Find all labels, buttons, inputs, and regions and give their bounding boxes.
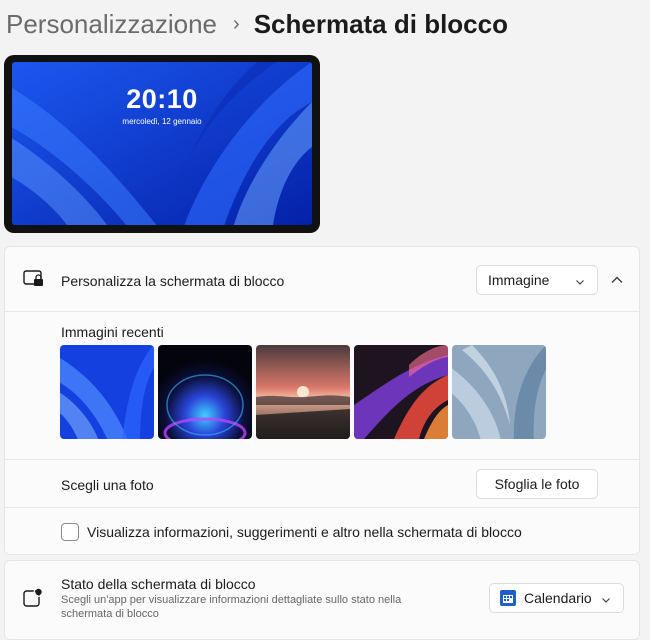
preview-date: mercoledì, 12 gennaio <box>122 117 202 126</box>
calendar-icon <box>500 590 516 606</box>
recent-images-section: Immagini recenti <box>5 311 639 460</box>
preview-clock: 20:10 <box>126 84 198 114</box>
personalize-lock-screen-card: Personalizza la schermata di blocco Imma… <box>4 246 640 555</box>
personalize-header-row[interactable]: Personalizza la schermata di blocco Imma… <box>5 247 639 311</box>
breadcrumb-parent[interactable]: Personalizzazione <box>6 9 217 40</box>
recent-image-abstract-ribbons[interactable] <box>354 345 448 439</box>
recent-images-label: Immagini recenti <box>61 324 164 340</box>
status-notification-icon <box>23 586 44 613</box>
personalize-label: Personalizza la schermata di blocco <box>61 273 285 289</box>
background-type-dropdown[interactable]: Immagine <box>476 265 598 295</box>
breadcrumb-separator: › <box>233 12 240 35</box>
breadcrumb: Personalizzazione › Schermata di blocco <box>6 4 508 44</box>
status-description: Scegli un'app per visualizzare informazi… <box>61 594 402 620</box>
show-info-checkbox[interactable] <box>61 523 79 541</box>
status-label: Stato della schermata di blocco <box>61 576 256 592</box>
show-info-label[interactable]: Visualizza informazioni, suggerimenti e … <box>87 524 522 540</box>
lock-screen-preview: 20:10 mercoledì, 12 gennaio <box>4 55 320 233</box>
recent-image-sunset-lake[interactable] <box>256 345 350 439</box>
preview-screen: 20:10 mercoledì, 12 gennaio <box>12 62 312 225</box>
show-info-row: Visualizza informazioni, suggerimenti e … <box>5 507 639 557</box>
chevron-down-icon <box>575 274 585 290</box>
lock-screen-status-card: Stato della schermata di blocco Scegli u… <box>4 560 640 640</box>
choose-photo-label: Scegli una foto <box>61 477 154 493</box>
background-type-value: Immagine <box>488 272 550 288</box>
lock-screen-icon <box>23 270 45 293</box>
recent-image-dark-glow-circle[interactable] <box>158 345 252 439</box>
recent-image-windows-bloom-blue[interactable] <box>60 345 154 439</box>
choose-photo-row: Scegli una foto Sfoglia le foto <box>5 459 639 508</box>
chevron-down-icon <box>601 592 611 608</box>
chevron-up-icon <box>611 276 623 283</box>
recent-image-grey-bloom[interactable] <box>452 345 546 439</box>
recent-images-list <box>60 345 550 439</box>
status-app-dropdown[interactable]: Calendario <box>489 583 624 613</box>
collapse-button[interactable] <box>603 266 631 294</box>
page-title: Schermata di blocco <box>253 8 508 39</box>
status-app-value: Calendario <box>524 590 592 606</box>
browse-photos-button[interactable]: Sfoglia le foto <box>476 469 598 499</box>
